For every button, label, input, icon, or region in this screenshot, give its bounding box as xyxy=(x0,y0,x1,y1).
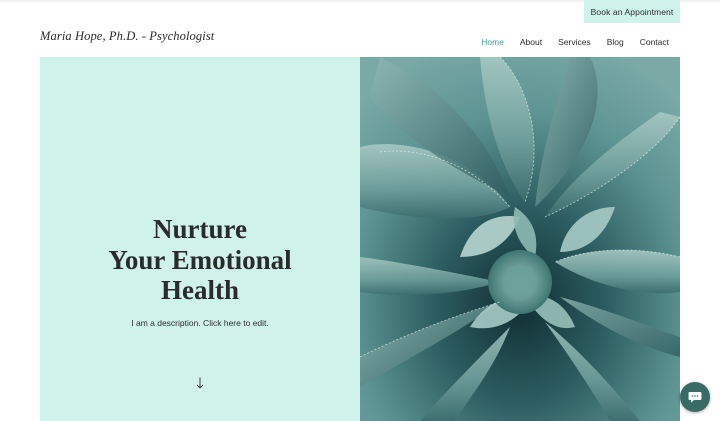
book-appointment-button[interactable]: Book an Appointment xyxy=(584,0,680,23)
site-title[interactable]: Maria Hope, Ph.D. - Psychologist xyxy=(40,29,214,44)
hero-title-line-2: Your Emotional xyxy=(108,244,292,275)
hero-title: Nurture Your Emotional Health xyxy=(40,214,360,306)
succulent-plant-photo xyxy=(360,57,680,421)
nav-home[interactable]: Home xyxy=(481,37,504,47)
main-nav: Home About Services Blog Contact xyxy=(465,37,669,47)
hero-description[interactable]: I am a description. Click here to edit. xyxy=(40,318,360,328)
hero-title-line-1: Nurture xyxy=(153,214,247,244)
nav-about[interactable]: About xyxy=(520,37,542,47)
nav-contact[interactable]: Contact xyxy=(640,37,669,47)
nav-blog[interactable]: Blog xyxy=(607,37,624,47)
hero-panel: Nurture Your Emotional Health I am a des… xyxy=(40,57,360,421)
hero-title-line-3: Health xyxy=(161,275,239,305)
nav-services[interactable]: Services xyxy=(558,37,591,47)
chat-bubble-icon[interactable] xyxy=(680,382,710,412)
arrow-down-icon[interactable] xyxy=(193,375,207,391)
